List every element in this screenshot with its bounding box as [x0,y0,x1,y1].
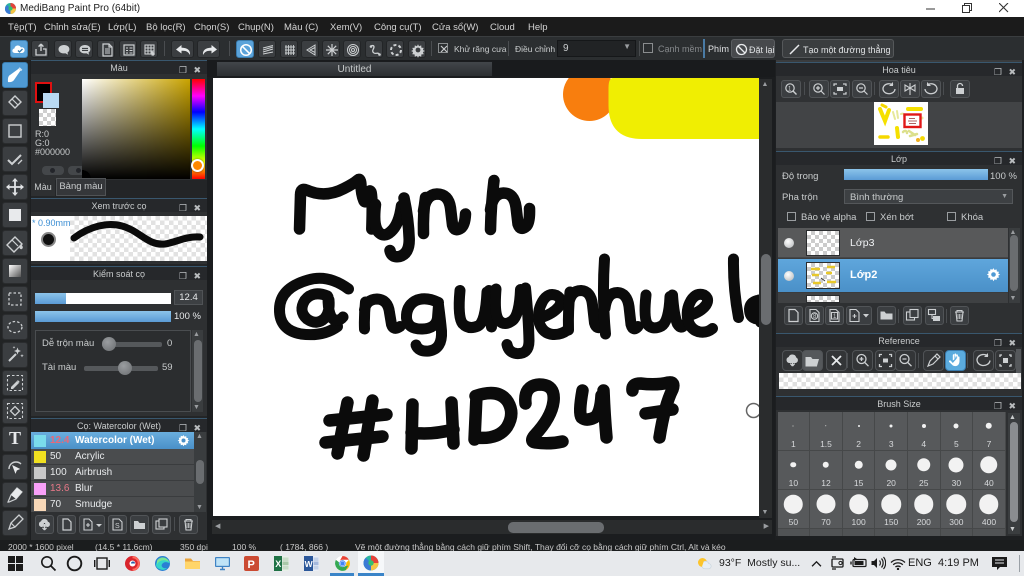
svg-text:S: S [115,523,120,530]
svg-text:X: X [275,559,281,569]
svg-text:W: W [305,559,314,569]
svg-text:P: P [248,559,255,571]
